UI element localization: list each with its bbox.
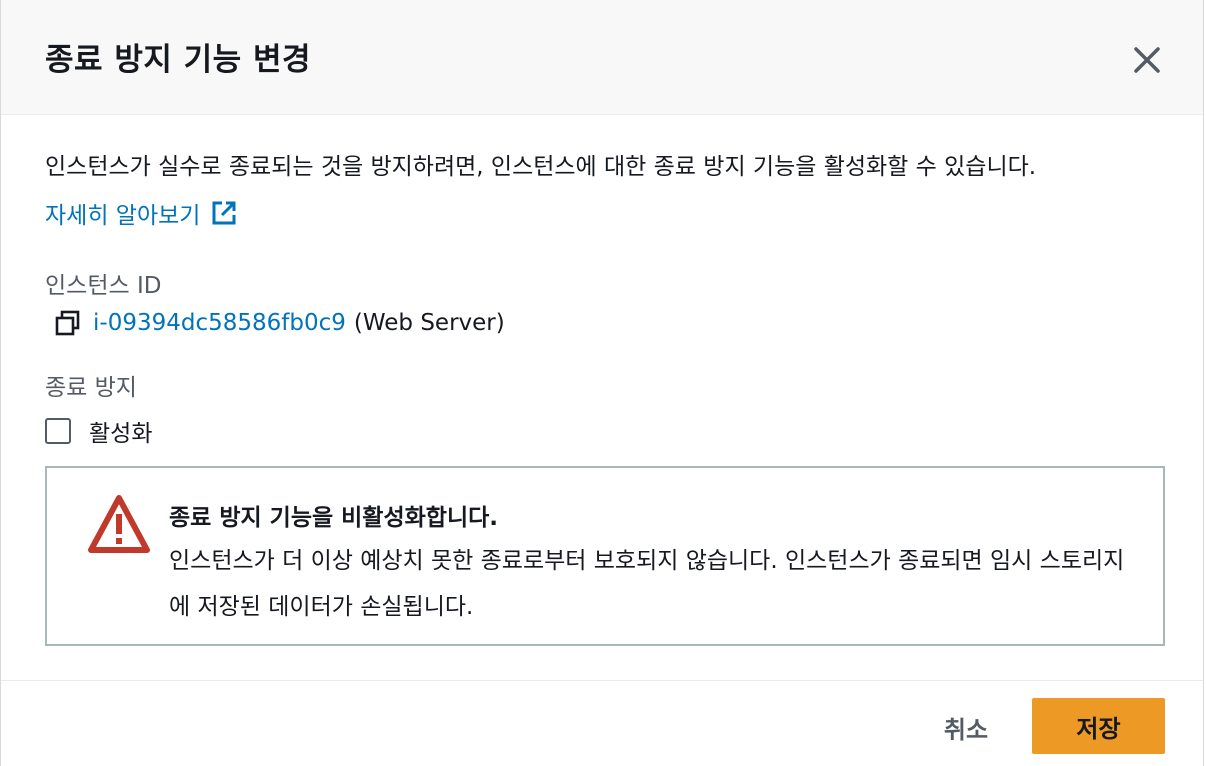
enable-checkbox-row[interactable]: 활성화: [45, 414, 152, 448]
termination-protection-label: 종료 방지: [45, 375, 137, 401]
learn-more-link[interactable]: 자세히 알아보기: [45, 196, 238, 230]
save-button[interactable]: 저장: [1032, 698, 1165, 754]
learn-more-label: 자세히 알아보기: [45, 203, 201, 229]
copy-icon[interactable]: [53, 308, 83, 338]
alert-title: 종료 방지 기능을 비활성화합니다.: [169, 505, 498, 531]
external-link-icon: [212, 201, 236, 225]
alert-body: 인스턴스가 더 이상 예상치 못한 종료로부터 보호되지 않습니다. 인스턴스가…: [169, 548, 1125, 620]
termination-protection-modal: 종료 방지 기능 변경 인스턴스가 실수로 종료되는 것을 방지하려면, 인스턴…: [0, 0, 1204, 766]
instance-id-row: i-09394dc58586fb0c9 (Web Server): [53, 308, 505, 338]
instance-id-label: 인스턴스 ID: [45, 273, 162, 299]
modal-description: 인스턴스가 실수로 종료되는 것을 방지하려면, 인스턴스에 대한 종료 방지 …: [45, 154, 1037, 180]
instance-name: (Web Server): [353, 310, 505, 336]
modal-footer: 취소 저장: [1, 680, 1203, 766]
cancel-button[interactable]: 취소: [921, 699, 1011, 755]
close-button[interactable]: [1127, 40, 1167, 80]
instance-id-link[interactable]: i-09394dc58586fb0c9: [93, 310, 346, 336]
enable-checkbox[interactable]: [45, 418, 71, 444]
warning-icon: [88, 495, 150, 553]
modal-header: 종료 방지 기능 변경: [1, 0, 1203, 115]
close-icon: [1134, 47, 1160, 73]
warning-alert: 종료 방지 기능을 비활성화합니다. 인스턴스가 더 이상 예상치 못한 종료로…: [45, 466, 1165, 646]
modal-title: 종료 방지 기능 변경: [45, 42, 312, 78]
enable-checkbox-label: 활성화: [89, 421, 153, 447]
